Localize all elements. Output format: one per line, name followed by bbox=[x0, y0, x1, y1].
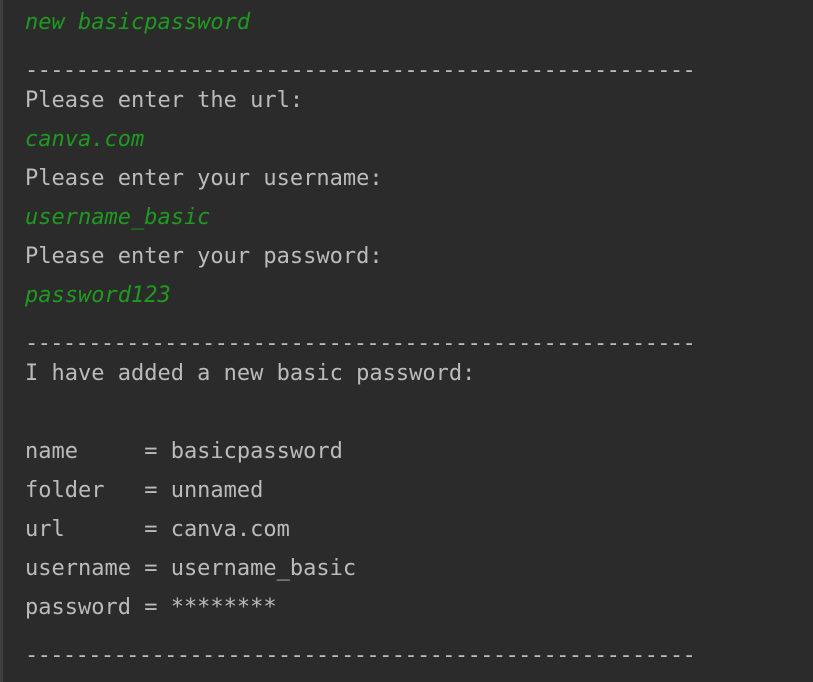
prompt-password: Please enter your password: bbox=[25, 244, 383, 269]
user-input-url: canva.com bbox=[25, 127, 145, 152]
separator-line: ----------------------------------------… bbox=[25, 58, 696, 83]
prompt-url: Please enter the url: bbox=[25, 88, 304, 113]
field-line-username: username = username_basic bbox=[25, 556, 357, 581]
result-message: I have added a new basic password: bbox=[25, 361, 476, 386]
console-output: new basicpassword ----------------------… bbox=[0, 0, 813, 682]
field-line-name: name = basicpassword bbox=[25, 439, 343, 464]
field-line-folder: folder = unnamed bbox=[25, 478, 264, 503]
field-line-url: url = canva.com bbox=[25, 517, 290, 542]
user-input-command: new basicpassword bbox=[25, 10, 251, 35]
field-line-password: password = ******** bbox=[25, 595, 277, 620]
user-input-password: password123 bbox=[25, 283, 171, 308]
separator-line: ----------------------------------------… bbox=[25, 331, 696, 356]
separator-line: ----------------------------------------… bbox=[25, 643, 696, 668]
prompt-username: Please enter your username: bbox=[25, 166, 383, 191]
user-input-username: username_basic bbox=[25, 205, 211, 230]
